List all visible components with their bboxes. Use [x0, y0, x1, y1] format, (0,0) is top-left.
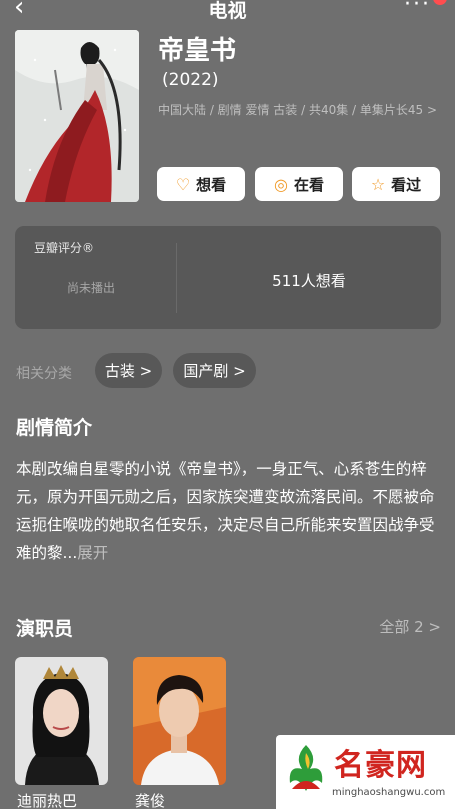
cast-title: 演职员	[16, 618, 74, 640]
page-title: 电视	[208, 0, 247, 22]
heart-plus-icon: ♡	[175, 174, 191, 194]
target-icon: ◎	[274, 174, 288, 194]
show-poster[interactable]	[15, 30, 139, 202]
want-to-watch-button[interactable]: ♡ 想看	[157, 167, 245, 201]
more-dots-icon[interactable]: ···	[404, 0, 431, 17]
want-to-watch-label: 想看	[196, 175, 227, 194]
poster-image	[15, 30, 139, 202]
cast-all-link[interactable]: 全部 2 >	[379, 616, 441, 637]
tag-costume[interactable]: 古装 >	[95, 353, 162, 388]
rating-status: 尚未播出	[67, 281, 116, 295]
show-meta-info[interactable]: 中国大陆 / 剧情 爱情 古装 / 共40集 / 单集片长45 >	[158, 102, 440, 119]
show-title: 帝皇书	[158, 36, 237, 66]
watching-label: 在看	[293, 175, 324, 194]
cast-photo-1[interactable]	[15, 657, 108, 785]
rating-card[interactable]: 豆瓣评分® 尚未播出 511人想看	[15, 226, 441, 329]
want-count: 511人想看	[272, 272, 346, 290]
cast-photo-2[interactable]	[133, 657, 226, 785]
top-bar: ‹ 电视 ···	[0, 0, 455, 26]
related-categories-label: 相关分类	[16, 366, 72, 382]
watched-label: 看过	[391, 175, 422, 194]
expand-link[interactable]: 展开	[77, 544, 108, 562]
watermark-logo-icon	[289, 745, 323, 791]
cast-name-1: 迪丽热巴	[17, 792, 78, 809]
star-icon: ☆	[370, 174, 386, 194]
cast-avatar-2	[133, 657, 226, 785]
watching-button[interactable]: ◎ 在看	[255, 167, 343, 201]
show-year: (2022)	[162, 70, 219, 90]
synopsis-text: 本剧改编自星零的小说《帝皇书》，一身正气、心系苍生的梓元，原为开国元勋之后，因家…	[16, 455, 442, 567]
cast-avatar-1	[15, 657, 108, 785]
site-watermark: 名豪网 minghaoshangwu.com	[276, 735, 455, 809]
rating-label: 豆瓣评分®	[34, 241, 95, 255]
cast-name-2: 龚俊	[135, 792, 166, 809]
synopsis-title: 剧情简介	[16, 417, 93, 439]
watched-button[interactable]: ☆ 看过	[352, 167, 440, 201]
watermark-name: 名豪网	[334, 748, 427, 783]
watermark-url: minghaoshangwu.com	[332, 787, 446, 798]
tag-domestic-drama[interactable]: 国产剧 >	[173, 353, 256, 388]
